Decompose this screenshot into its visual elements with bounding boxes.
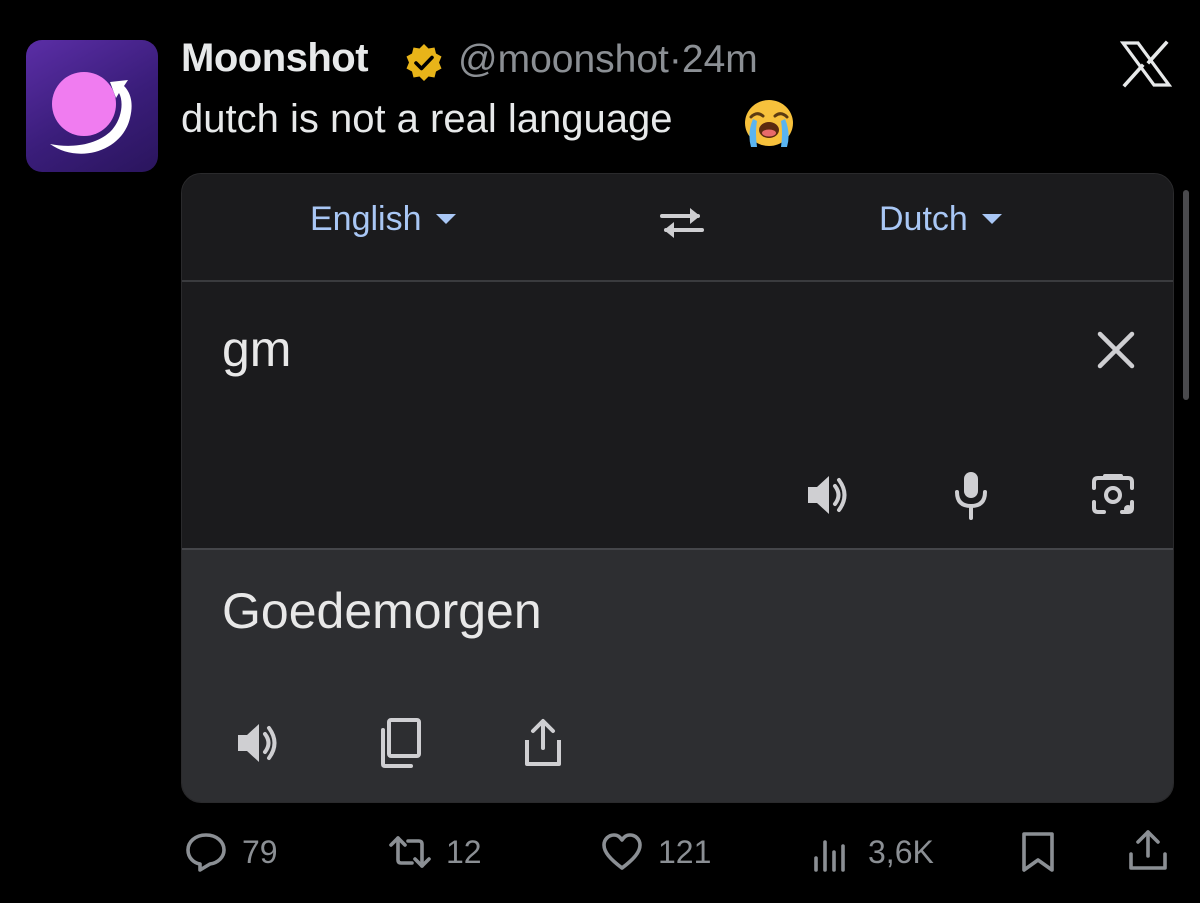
loudly-crying-face-icon <box>745 100 793 147</box>
source-language-selector[interactable]: English <box>310 200 456 239</box>
input-area[interactable]: gm <box>182 282 1173 550</box>
reply-button[interactable]: 79 <box>184 830 278 874</box>
scrollbar[interactable] <box>1183 190 1189 400</box>
avatar[interactable] <box>26 40 158 172</box>
share-icon <box>1129 830 1167 870</box>
share-icon[interactable] <box>516 716 570 770</box>
like-count: 121 <box>658 833 712 870</box>
target-language-label: Dutch <box>879 200 968 238</box>
timestamp[interactable]: 24m <box>682 38 758 81</box>
copy-icon[interactable] <box>374 716 428 770</box>
like-button[interactable]: 121 <box>600 830 711 874</box>
handle-and-time: @moonshot·24m <box>458 38 758 82</box>
x-logo-icon <box>1120 40 1172 88</box>
chevron-down-icon <box>981 214 1002 225</box>
repost-button[interactable]: 12 <box>388 830 482 874</box>
repost-count: 12 <box>446 833 482 870</box>
repost-icon <box>389 836 431 868</box>
input-text[interactable]: gm <box>222 320 291 378</box>
clear-icon[interactable] <box>1094 328 1138 372</box>
speaker-icon[interactable] <box>232 716 286 770</box>
views-button[interactable]: 3,6K <box>810 830 934 874</box>
verified-badge-icon <box>406 44 442 81</box>
share-button[interactable] <box>1126 828 1170 872</box>
target-language-selector[interactable]: Dutch <box>879 200 1002 239</box>
swap-arrows-icon[interactable] <box>652 202 712 242</box>
translate-screenshot[interactable]: English Dutch gm Goedemorgen <box>181 173 1174 803</box>
output-area: Goedemorgen <box>182 550 1173 802</box>
tweet-text: dutch is not a real language <box>181 97 673 141</box>
handle[interactable]: @moonshot <box>458 38 669 81</box>
reply-count: 79 <box>242 833 278 870</box>
author-name[interactable]: Moonshot <box>181 36 369 81</box>
source-language-label: English <box>310 200 422 238</box>
view-count: 3,6K <box>868 833 934 870</box>
camera-icon[interactable] <box>1086 468 1140 522</box>
chevron-down-icon <box>435 214 456 225</box>
microphone-icon[interactable] <box>944 468 998 522</box>
views-chart-icon <box>814 840 845 872</box>
bookmark-icon <box>1022 832 1054 872</box>
output-text: Goedemorgen <box>222 583 542 639</box>
heart-icon <box>602 833 642 870</box>
separator: · <box>668 38 682 81</box>
bookmark-button[interactable] <box>1016 830 1060 874</box>
speaker-icon[interactable] <box>802 468 856 522</box>
reply-icon <box>186 833 226 872</box>
language-bar: English Dutch <box>182 174 1173 282</box>
moonshot-logo-icon <box>50 72 132 154</box>
